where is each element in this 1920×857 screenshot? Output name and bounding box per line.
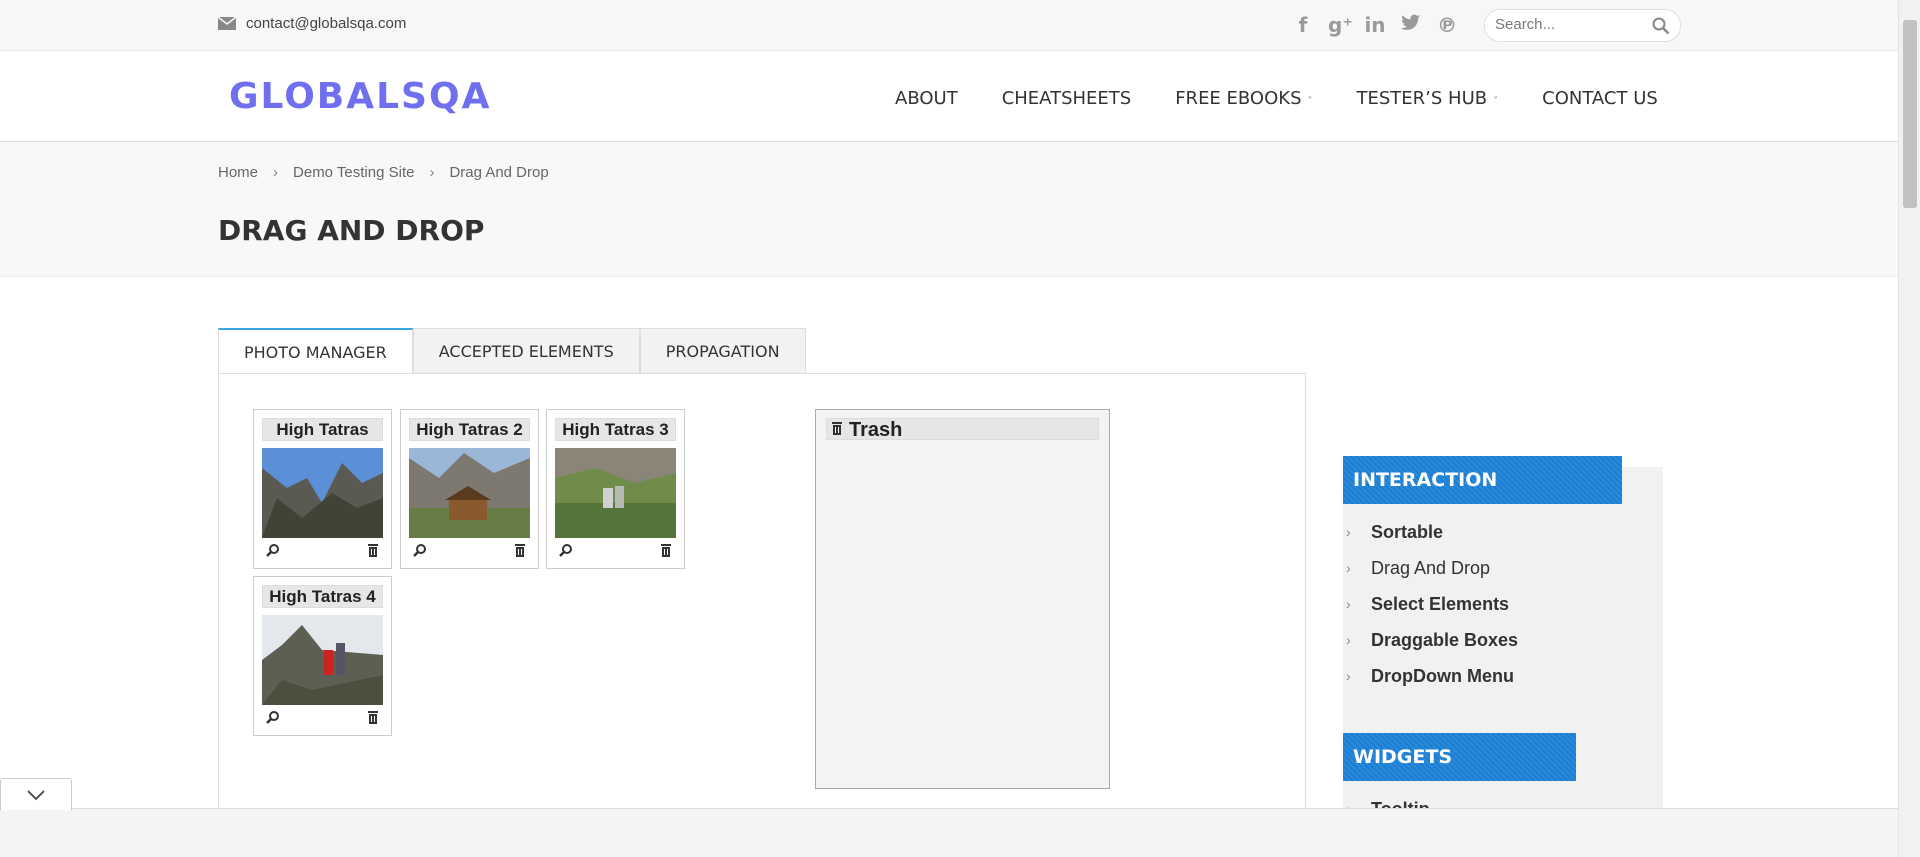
- sidebar-link-select-elements[interactable]: › Select Elements: [1346, 587, 1518, 623]
- gallery-item-title: High Tatras 4: [262, 585, 383, 608]
- contact-email[interactable]: contact@globalsqa.com: [218, 15, 406, 32]
- search-box: [1484, 9, 1681, 42]
- chevron-down-icon: ˅: [1493, 96, 1499, 107]
- trash-drop-zone[interactable]: Trash: [815, 409, 1110, 789]
- trash-icon[interactable]: [367, 710, 379, 724]
- site-header: GLOBALSQA ABOUT CHEATSHEETS FREE EBOOKS ˅…: [0, 51, 1898, 142]
- page-title: DRAG AND DROP: [218, 214, 485, 247]
- social-links: f g⁺ in ℗: [1292, 14, 1458, 36]
- scrollbar-thumb[interactable]: [1903, 20, 1917, 208]
- page: contact@globalsqa.com f g⁺ in ℗ GLOBALSQ…: [0, 0, 1920, 857]
- trash-icon[interactable]: [660, 543, 672, 557]
- photo-image: [262, 615, 383, 705]
- gallery-item-title: High Tatras: [262, 418, 383, 441]
- sidebar-link-draggable-boxes[interactable]: › Draggable Boxes: [1346, 623, 1518, 659]
- breadcrumb-demo-testing-site[interactable]: Demo Testing Site: [293, 164, 414, 181]
- nav-free-ebooks[interactable]: FREE EBOOKS ˅: [1175, 88, 1312, 109]
- gallery-item[interactable]: High Tatras 4: [253, 576, 392, 736]
- tab-accepted-elements[interactable]: ACCEPTED ELEMENTS: [412, 328, 640, 373]
- page-header-band: Home › Demo Testing Site › Drag And Drop…: [0, 142, 1898, 277]
- tab-propagation[interactable]: PROPAGATION: [639, 328, 806, 373]
- trash-header: Trash: [826, 418, 1099, 441]
- tab-bar: PHOTO MANAGER ACCEPTED ELEMENTS PROPAGAT…: [218, 328, 806, 374]
- sidebar-heading-interaction: INTERACTION: [1343, 456, 1622, 504]
- nav-contact-us[interactable]: CONTACT US: [1542, 88, 1658, 109]
- pinterest-icon[interactable]: ℗: [1436, 14, 1458, 36]
- chevron-down-icon: ˅: [1307, 96, 1313, 107]
- chevron-down-icon: [27, 790, 45, 801]
- interaction-list: › Sortable › Drag And Drop › Select Element…: [1346, 515, 1518, 695]
- page-scrollbar[interactable]: [1898, 0, 1920, 857]
- contact-email-text: contact@globalsqa.com: [246, 15, 407, 32]
- nav-testers-hub[interactable]: TESTER’S HUB ˅: [1357, 88, 1499, 109]
- bottom-bar: [0, 808, 1898, 857]
- gallery-item[interactable]: High Tatras: [253, 409, 392, 569]
- gallery-item[interactable]: High Tatras 2: [400, 409, 539, 569]
- trash-icon: [832, 422, 842, 435]
- zoom-icon[interactable]: [266, 543, 280, 557]
- breadcrumb-home[interactable]: Home: [218, 164, 258, 181]
- photo-image: [262, 448, 383, 538]
- sidebar-link-dropdown-menu[interactable]: › DropDown Menu: [1346, 659, 1518, 695]
- facebook-icon[interactable]: f: [1292, 14, 1314, 36]
- site-logo[interactable]: GLOBALSQA: [229, 76, 491, 117]
- sidebar-heading-widgets: WIDGETS: [1343, 733, 1576, 781]
- photo-image: [555, 448, 676, 538]
- sidebar-link-sortable[interactable]: › Sortable: [1346, 515, 1518, 551]
- tab-photo-manager[interactable]: PHOTO MANAGER: [218, 328, 413, 374]
- gallery-item-title: High Tatras 3: [555, 418, 676, 441]
- chevron-right-icon: ›: [1346, 668, 1351, 684]
- breadcrumb-current: Drag And Drop: [449, 164, 549, 181]
- chevron-right-icon: ›: [1346, 632, 1351, 648]
- zoom-icon[interactable]: [413, 543, 427, 557]
- google-plus-icon[interactable]: g⁺: [1328, 14, 1353, 36]
- trash-icon[interactable]: [367, 543, 379, 557]
- chevron-right-icon: ›: [1346, 596, 1351, 612]
- gallery-item-title: High Tatras 2: [409, 418, 530, 441]
- collapse-toggle[interactable]: [0, 778, 72, 810]
- chevron-right-icon: ›: [1346, 560, 1351, 576]
- trash-title: Trash: [849, 419, 903, 441]
- zoom-icon[interactable]: [266, 710, 280, 724]
- nav-cheatsheets[interactable]: CHEATSHEETS: [1002, 88, 1132, 109]
- twitter-icon[interactable]: [1400, 14, 1422, 36]
- chevron-right-icon: ›: [1346, 524, 1351, 540]
- zoom-icon[interactable]: [559, 543, 573, 557]
- linkedin-icon[interactable]: in: [1364, 14, 1386, 36]
- envelope-icon: [218, 17, 236, 30]
- trash-icon[interactable]: [514, 543, 526, 557]
- nav-about[interactable]: ABOUT: [895, 88, 958, 109]
- sidebar-link-drag-and-drop[interactable]: › Drag And Drop: [1346, 551, 1518, 587]
- chevron-right-icon: ›: [273, 164, 279, 181]
- chevron-right-icon: ›: [429, 164, 435, 181]
- main-nav: ABOUT CHEATSHEETS FREE EBOOKS ˅ TESTER’S …: [895, 88, 1702, 109]
- top-bar: contact@globalsqa.com f g⁺ in ℗: [0, 0, 1898, 51]
- gallery-item[interactable]: High Tatras 3: [546, 409, 685, 569]
- breadcrumb: Home › Demo Testing Site › Drag And Drop: [218, 164, 549, 181]
- search-icon[interactable]: [1652, 17, 1670, 35]
- search-input[interactable]: [1495, 16, 1645, 33]
- photo-image: [409, 448, 530, 538]
